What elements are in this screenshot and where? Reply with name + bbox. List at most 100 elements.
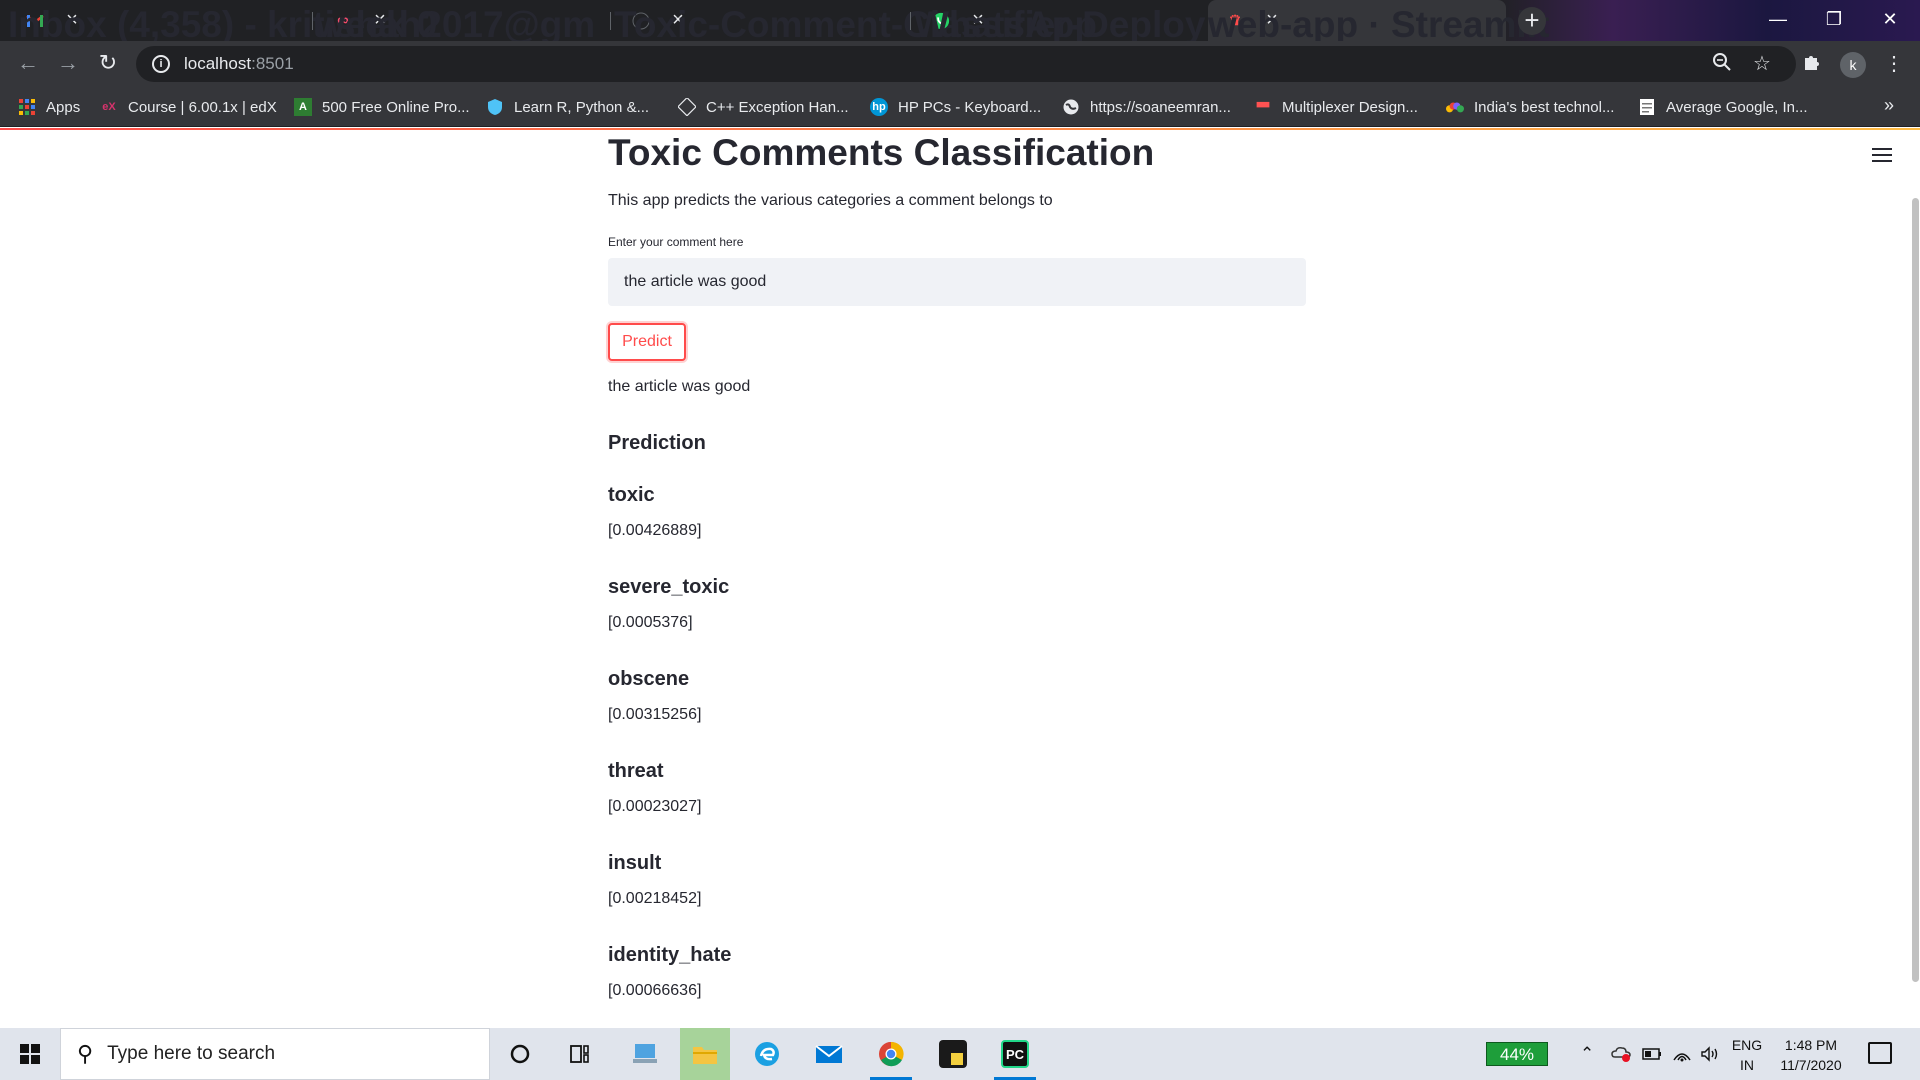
edge-icon[interactable] — [742, 1028, 792, 1080]
echoed-comment: the article was good — [608, 378, 751, 395]
streamlit-header-decoration — [0, 128, 1920, 130]
bookmark-green-icon: A — [294, 98, 312, 116]
bookmark-multiplexer[interactable]: ▀▀ Multiplexer Design... — [1254, 87, 1418, 127]
globe-icon — [1062, 98, 1080, 116]
result-insult: insult [0.00218452] — [608, 852, 701, 908]
result-label: threat — [608, 760, 664, 782]
site-red-icon: ▀▀ — [1256, 102, 1270, 112]
bookmark-free-online[interactable]: A 500 Free Online Pro... — [294, 87, 470, 127]
sticky-notes-glyph — [939, 1040, 967, 1068]
forward-icon[interactable]: → — [54, 50, 82, 78]
result-label: identity_hate — [608, 944, 732, 966]
doc-icon — [1638, 98, 1656, 116]
pycharm-icon[interactable]: PC — [990, 1028, 1040, 1080]
bookmark-edx[interactable]: eX Course | 6.00.1x | edX — [100, 87, 276, 127]
reload-icon[interactable]: ↻ — [94, 50, 122, 78]
action-center-icon[interactable] — [1868, 1042, 1892, 1064]
this-pc-icon[interactable] — [620, 1028, 670, 1080]
result-value: [0.00218452] — [608, 890, 702, 907]
result-severe-toxic: severe_toxic [0.0005376] — [608, 576, 729, 632]
more-bookmarks-icon[interactable]: » — [1884, 95, 1894, 116]
app-description: This app predicts the various categories… — [608, 192, 1053, 209]
bookmark-cpp-exception[interactable]: C++ Exception Han... — [678, 87, 849, 127]
bookmark-label: https://soaneemran... — [1090, 98, 1231, 116]
onedrive-error-icon[interactable] — [1610, 1028, 1632, 1080]
system-clock[interactable]: 1:48 PM 11/7/2020 — [1772, 1035, 1850, 1075]
minimize-window-button[interactable]: — — [1750, 0, 1806, 41]
close-window-button[interactable]: ✕ — [1862, 0, 1918, 41]
extensions-icon[interactable] — [1800, 52, 1824, 76]
result-value: [0.00066636] — [608, 982, 702, 999]
back-icon[interactable]: ← — [14, 50, 42, 78]
clock-time: 1:48 PM — [1784, 1037, 1838, 1053]
comment-input[interactable] — [608, 258, 1306, 306]
tab-divider — [610, 12, 611, 30]
apps-grid-icon — [18, 98, 36, 116]
taskbar-search-input[interactable] — [107, 1043, 468, 1065]
tab-gmail[interactable]: Inbox (4,358) - kritishah2017@gm × — [8, 0, 595, 45]
bookmark-label: Learn R, Python &... — [514, 98, 650, 116]
bookmark-star-icon[interactable]: ☆ — [1750, 52, 1774, 76]
bookmark-label: C++ Exception Han... — [706, 98, 849, 116]
browser-menu-icon[interactable]: ⋮ — [1882, 52, 1906, 76]
page-scrollbar[interactable] — [1912, 198, 1919, 982]
url-host: localhost — [184, 54, 252, 73]
hp-icon: hp — [870, 98, 888, 116]
page-title: Toxic Comments Classification — [608, 132, 1155, 173]
nbc-icon — [1446, 98, 1464, 116]
battery-icon[interactable] — [1642, 1028, 1662, 1080]
site-info-icon[interactable]: i — [152, 55, 170, 73]
bookmark-learn-r[interactable]: Learn R, Python &... — [486, 87, 649, 127]
bookmark-soaneemran[interactable]: https://soaneemran... — [1062, 87, 1231, 127]
bookmark-average-google[interactable]: Average Google, In... — [1638, 87, 1807, 127]
sticky-notes-icon[interactable] — [928, 1028, 978, 1080]
tab-week-0[interactable]: ∞ week 0 × — [316, 0, 606, 45]
task-view-icon[interactable] — [555, 1028, 605, 1080]
address-bar[interactable]: i localhost :8501 — [136, 46, 1796, 82]
result-value: [0.00315256] — [608, 706, 702, 723]
tab-whatsapp[interactable]: WhatsApp × — [914, 0, 1204, 45]
cortana-icon[interactable] — [495, 1028, 545, 1080]
site-icon — [678, 98, 696, 116]
input-language[interactable]: ENG IN — [1730, 1035, 1764, 1075]
url-port: :8501 — [251, 54, 294, 73]
streamlit-page: Toxic Comments Classification This app p… — [0, 128, 1920, 1028]
taskbar-search[interactable]: ⚲ — [60, 1028, 490, 1080]
bookmark-label: Average Google, In... — [1666, 98, 1808, 116]
show-hidden-icons[interactable]: ⌃ — [1580, 1028, 1594, 1080]
result-value: [0.00426889] — [608, 522, 702, 539]
wifi-icon[interactable] — [1672, 1028, 1692, 1080]
bookmark-apps[interactable]: Apps — [18, 87, 80, 127]
bookmark-label: India's best technol... — [1474, 98, 1615, 116]
chrome-icon[interactable] — [866, 1028, 916, 1080]
tab-github[interactable]: Toxic-Comment-Classifier-Deploy × — [614, 0, 1205, 45]
result-label: obscene — [608, 668, 690, 690]
start-button[interactable] — [0, 1028, 60, 1080]
file-explorer-icon[interactable] — [680, 1028, 730, 1080]
browser-toolbar: ← → ↻ i localhost :8501 ☆ k ⋮ — [0, 41, 1920, 87]
result-value: [0.0005376] — [608, 614, 693, 631]
edx-icon: eX — [102, 101, 116, 113]
predict-button[interactable]: Predict — [608, 323, 686, 361]
new-tab-button[interactable]: + — [1518, 7, 1546, 35]
restore-window-button[interactable]: ❐ — [1806, 0, 1862, 41]
volume-icon[interactable] — [1700, 1028, 1720, 1080]
tab-title: week 0 — [316, 4, 438, 45]
prediction-heading: Prediction — [608, 432, 706, 454]
bookmark-hp[interactable]: hp HP PCs - Keyboard... — [870, 87, 1041, 127]
result-value: [0.00023027] — [608, 798, 702, 815]
zoom-icon[interactable] — [1710, 52, 1734, 76]
profile-avatar[interactable]: k — [1840, 52, 1866, 78]
hamburger-menu-icon[interactable] — [1872, 148, 1892, 164]
battery-indicator[interactable]: 44% — [1486, 1042, 1548, 1066]
bookmark-label: HP PCs - Keyboard... — [898, 98, 1042, 116]
bookmarks-bar: Apps eX Course | 6.00.1x | edX A 500 Fre… — [0, 87, 1920, 127]
tab-streamlit[interactable]: ♛ web-app · Streamlit × — [1208, 0, 1549, 45]
pycharm-glyph: PC — [1001, 1040, 1029, 1068]
windows-logo-icon — [20, 1044, 40, 1064]
mail-icon[interactable] — [804, 1028, 854, 1080]
bookmark-india-best[interactable]: India's best technol... — [1446, 87, 1614, 127]
bookmark-label: Multiplexer Design... — [1282, 98, 1418, 116]
result-toxic: toxic [0.00426889] — [608, 484, 701, 540]
search-icon: ⚲ — [77, 1041, 94, 1066]
